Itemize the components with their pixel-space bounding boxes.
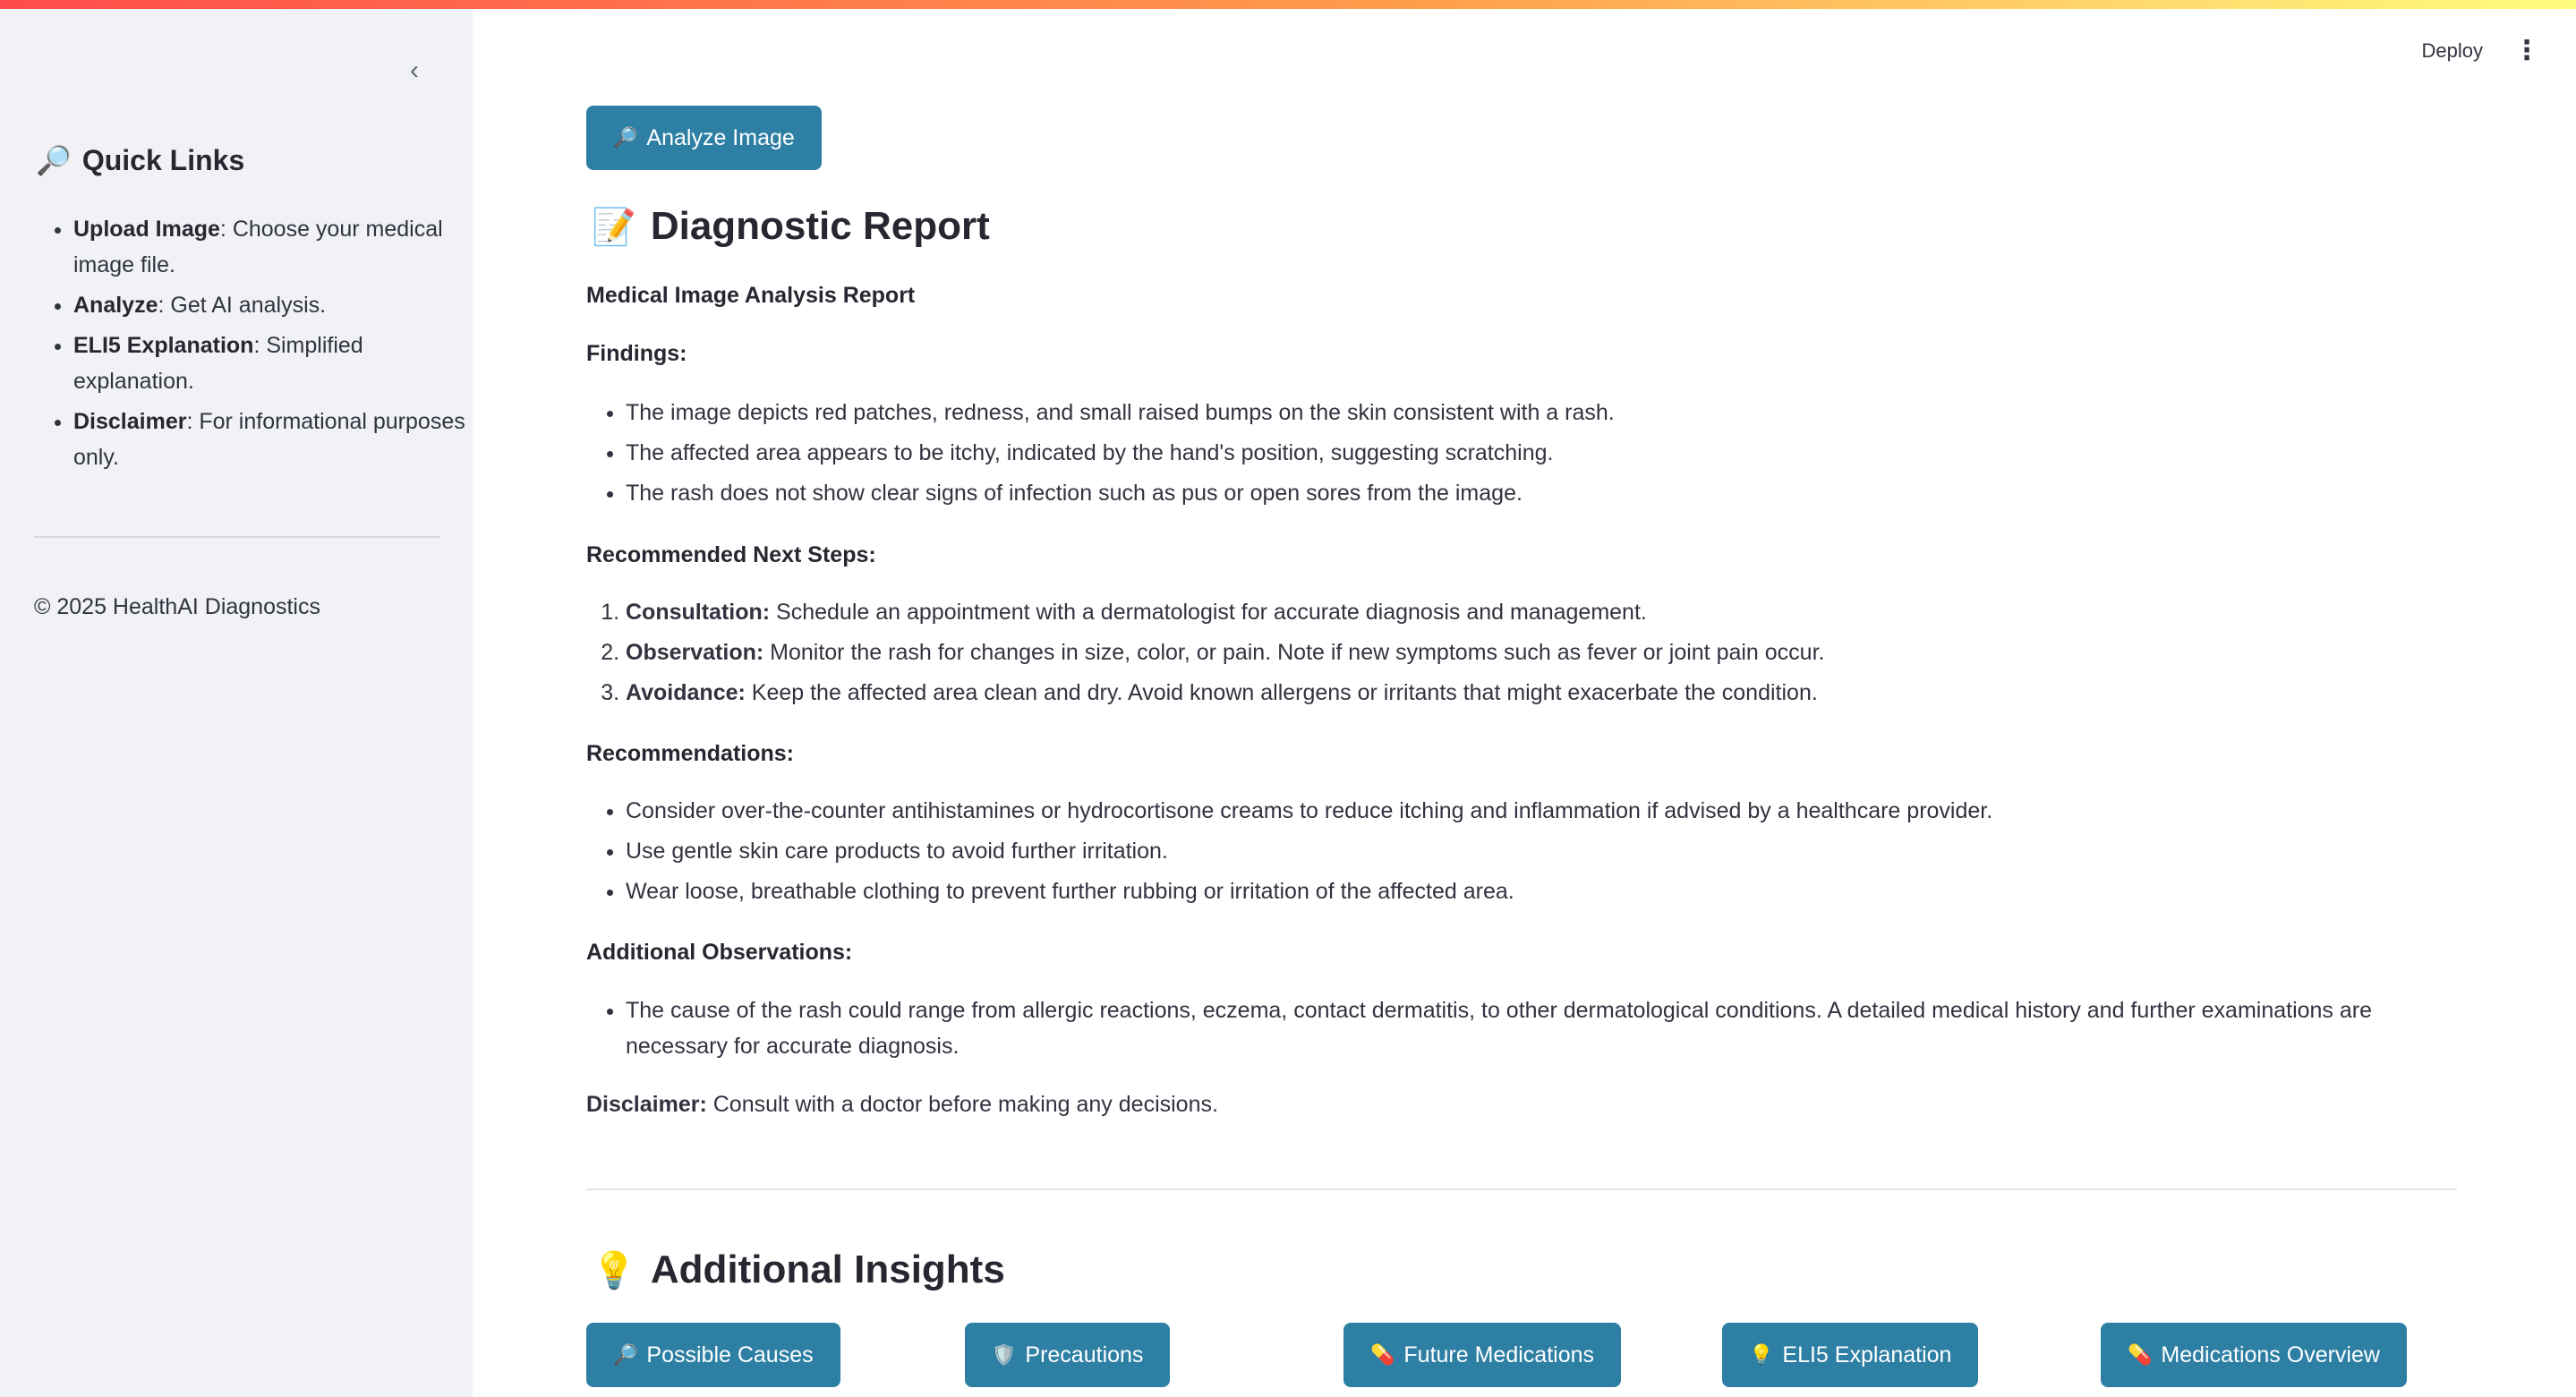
deploy-button[interactable]: Deploy xyxy=(2422,39,2483,63)
top-decoration-bar xyxy=(0,0,2576,9)
list-item: Disclaimer: For informational purposes o… xyxy=(73,404,476,475)
shield-icon: 🛡️ xyxy=(992,1343,1017,1366)
additional-observations-list: The cause of the rash could range from a… xyxy=(586,992,2457,1069)
disclaimer-text: Consult with a doctor before making any … xyxy=(706,1092,1218,1117)
possible-causes-button[interactable]: 🔎 Possible Causes xyxy=(586,1323,840,1387)
button-label: Possible Causes xyxy=(646,1342,814,1367)
list-item-bold: Consultation: xyxy=(626,600,771,625)
list-item-bold: ELI5 Explanation xyxy=(73,333,254,358)
magnifier-icon: 🔎 xyxy=(36,144,72,176)
lightbulb-icon: 💡 xyxy=(592,1250,636,1291)
disclaimer-bold: Disclaimer: xyxy=(586,1092,707,1117)
report-title: Medical Image Analysis Report xyxy=(586,283,916,308)
findings-label: Findings: xyxy=(586,341,687,366)
list-item-text: Schedule an appointment with a dermatolo… xyxy=(770,600,1647,625)
sidebar-footer: © 2025 HealthAI Diagnostics xyxy=(34,594,320,619)
list-item: Observation: Monitor the rash for change… xyxy=(626,635,2457,670)
heading-text: Additional Insights xyxy=(650,1248,1005,1291)
next-steps-label: Recommended Next Steps: xyxy=(586,542,876,567)
magnifier-icon: 🔎 xyxy=(613,126,638,149)
sidebar: ‹ 🔎 Quick Links Upload Image: Choose you… xyxy=(0,9,473,1397)
diagnostic-report-heading: 📝 Diagnostic Report xyxy=(592,204,990,249)
next-steps-list: Consultation: Schedule an appointment wi… xyxy=(586,594,2457,715)
list-item-bold: Observation: xyxy=(626,640,764,665)
quick-links-list: Upload Image: Choose your medical image … xyxy=(36,211,476,480)
list-item-bold: Disclaimer xyxy=(73,409,187,434)
findings-list: The image depicts red patches, redness, … xyxy=(586,395,2457,515)
button-label: Medications Overview xyxy=(2161,1342,2380,1367)
sidebar-heading-text: Quick Links xyxy=(81,143,245,176)
button-label: Analyze Image xyxy=(646,124,795,150)
more-menu-icon[interactable]: ⋮ xyxy=(2513,38,2540,64)
list-item: The cause of the rash could range from a… xyxy=(626,992,2457,1064)
additional-observations-label: Additional Observations: xyxy=(586,940,853,965)
pill-icon: 💊 xyxy=(2128,1343,2153,1366)
eli5-explanation-button[interactable]: 💡 ELI5 Explanation xyxy=(1722,1323,1979,1387)
recommendations-list: Consider over-the-counter antihistamines… xyxy=(586,793,2457,914)
disclaimer: Disclaimer: Consult with a doctor before… xyxy=(586,1086,1218,1122)
button-label: Precautions xyxy=(1025,1342,1144,1367)
magnifier-icon: 🔎 xyxy=(613,1343,638,1366)
chevron-left-icon: ‹ xyxy=(410,55,419,85)
list-item: Use gentle skin care products to avoid f… xyxy=(626,833,2457,869)
list-item: The rash does not show clear signs of in… xyxy=(626,475,2457,511)
button-label: Future Medications xyxy=(1403,1342,1595,1367)
list-item: Consultation: Schedule an appointment wi… xyxy=(626,594,2457,630)
list-item: Avoidance: Keep the affected area clean … xyxy=(626,675,2457,711)
sidebar-divider xyxy=(34,536,440,538)
list-item-bold: Upload Image xyxy=(73,217,220,242)
future-medications-button[interactable]: 💊 Future Medications xyxy=(1343,1323,1622,1387)
memo-icon: 📝 xyxy=(592,207,636,247)
list-item: The image depicts red patches, redness, … xyxy=(626,395,2457,430)
list-item-bold: Avoidance: xyxy=(626,680,746,705)
additional-insights-heading: 💡 Additional Insights xyxy=(592,1248,1005,1292)
list-item-text: Keep the affected area clean and dry. Av… xyxy=(745,680,1818,705)
button-label: ELI5 Explanation xyxy=(1782,1342,1952,1367)
pill-icon: 💊 xyxy=(1370,1343,1395,1366)
list-item: Upload Image: Choose your medical image … xyxy=(73,211,476,283)
list-item: Analyze: Get AI analysis. xyxy=(73,287,476,323)
header-toolbar: Deploy ⋮ xyxy=(2422,38,2540,64)
list-item-text: Monitor the rash for changes in size, co… xyxy=(763,640,1825,665)
sidebar-heading: 🔎 Quick Links xyxy=(36,143,244,177)
list-item: The affected area appears to be itchy, i… xyxy=(626,435,2457,471)
heading-text: Diagnostic Report xyxy=(650,204,990,248)
list-item: ELI5 Explanation: Simplified explanation… xyxy=(73,328,476,399)
list-item: Wear loose, breathable clothing to preve… xyxy=(626,873,2457,909)
section-divider xyxy=(586,1188,2457,1190)
precautions-button[interactable]: 🛡️ Precautions xyxy=(965,1323,1171,1387)
list-item-bold: Analyze xyxy=(73,293,158,318)
analyze-image-button[interactable]: 🔎 Analyze Image xyxy=(586,106,822,170)
medications-overview-button[interactable]: 💊 Medications Overview xyxy=(2101,1323,2407,1387)
list-item: Consider over-the-counter antihistamines… xyxy=(626,793,2457,829)
recommendations-label: Recommendations: xyxy=(586,741,794,766)
lightbulb-icon: 💡 xyxy=(1749,1343,1774,1366)
collapse-sidebar-button[interactable]: ‹ xyxy=(399,55,430,86)
list-item-text: : Get AI analysis. xyxy=(158,293,327,318)
